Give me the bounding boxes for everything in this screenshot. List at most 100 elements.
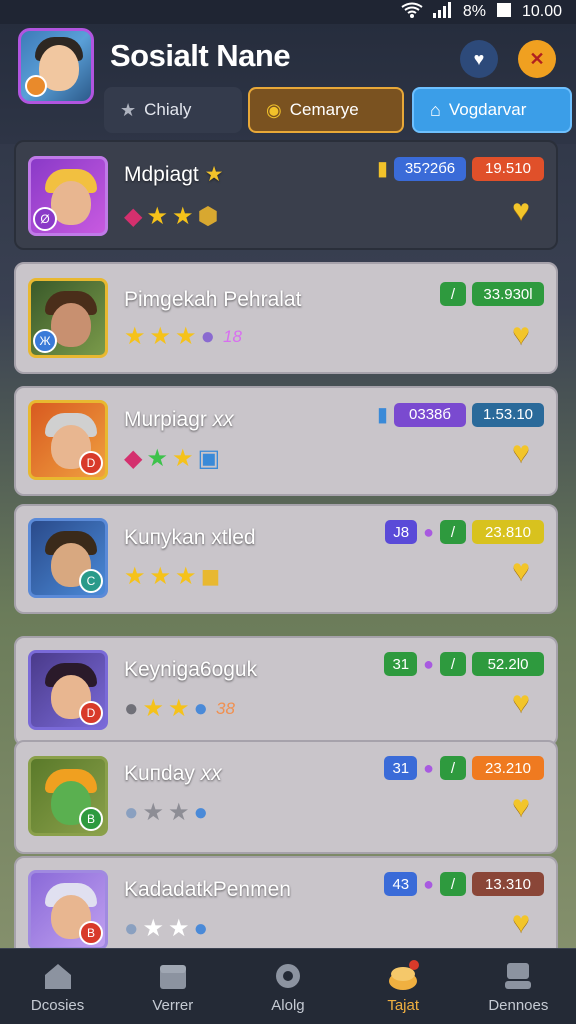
rank-badge: Ж <box>33 329 57 353</box>
star-icon: ★ <box>168 799 190 826</box>
heart-icon: ♥ <box>473 48 485 69</box>
heart-icon: ♥ <box>512 318 530 351</box>
rating: ● ★ ★ ● <box>124 914 208 943</box>
stat-value: 35?2б6 <box>394 156 466 181</box>
stat-value: 23.210 <box>472 756 544 780</box>
nav-label: Tajat <box>387 997 419 1014</box>
rating: ● ★ ★ ● 38 <box>124 694 235 723</box>
close-button[interactable]: ✕ <box>518 40 556 78</box>
nav-label: Dennoes <box>488 997 549 1014</box>
player-name-text: Murpiagr <box>124 408 207 431</box>
user-avatar[interactable] <box>18 28 94 104</box>
player-portrait: Ø <box>28 156 108 236</box>
heart-icon: ♥ <box>512 554 530 587</box>
player-name: Kuпday xx <box>124 762 222 786</box>
star-icon: ★ <box>149 563 172 590</box>
portrait-face <box>51 181 91 225</box>
list-item[interactable]: D Keyniga6oguk ● ★ ★ ● 38 31 ● / 52.2l0 … <box>14 636 558 746</box>
tab-vogdarvar[interactable]: ⌂ Vogdarvar <box>412 87 572 133</box>
signal-icon <box>432 1 453 23</box>
nav-item-alolg[interactable]: Alolg <box>238 959 338 1014</box>
portrait-face <box>51 303 91 347</box>
coin-icon: ⬢ <box>197 203 219 230</box>
star-icon: ★ <box>146 203 168 230</box>
player-name: Mdpiagt ★ <box>124 162 223 187</box>
nav-label: Alolg <box>271 997 305 1014</box>
star-icon: ★ <box>142 695 165 722</box>
profile-icon <box>505 963 532 989</box>
bottom-nav: Dcosies Verrer Alolg Tajat Dennoes <box>0 948 576 1024</box>
home-icon <box>44 964 71 989</box>
tab-bar: ★ Chialy ◉ Cemaryе ⌂ Vogdarvar <box>104 87 572 133</box>
page-title: Sosialt Nane <box>110 38 291 73</box>
star-icon: ★ <box>171 203 194 230</box>
list-item[interactable]: C Kuпykan xtled ★ ★ ★ ◼ J8 ● / 23.810 ♥ <box>14 504 558 614</box>
nav-item-tajat[interactable]: Tajat <box>353 959 453 1014</box>
player-portrait: D <box>28 400 108 480</box>
header: Sosialt Nane ♥ ✕ ★ Chialy ◉ Cemaryе ⌂ Vo… <box>0 24 576 144</box>
wifi-icon <box>401 2 423 23</box>
orb-icon: ● <box>193 914 209 942</box>
rating: ◆ ★ ★ ▣ <box>124 444 220 473</box>
like-button[interactable]: ♥ <box>502 906 540 940</box>
nav-item-home[interactable]: Dcosies <box>8 959 108 1014</box>
orb-icon: ● <box>124 694 139 722</box>
stat-value: 0338б <box>394 402 466 427</box>
rank-badge: B <box>79 921 103 945</box>
player-tag: xx <box>212 408 234 431</box>
cube-icon: ◼ <box>200 563 221 590</box>
star-icon: ★ <box>168 695 190 722</box>
star-icon: ★ <box>175 323 197 350</box>
card-icon: ▮ <box>376 404 388 426</box>
player-name-text: Kuпday <box>124 762 195 785</box>
avatar-badge <box>25 75 47 97</box>
list-item[interactable]: B Kuпday xx ● ★ ★ ● 31 ● / 23.210 ♥ <box>14 740 558 854</box>
stat-level: / <box>440 282 466 306</box>
star-icon: ★ <box>124 563 146 590</box>
star-icon: ★ <box>142 915 165 942</box>
heart-icon: ♥ <box>512 686 530 719</box>
player-tag: xx <box>200 762 222 785</box>
edit-icon: / <box>440 872 466 896</box>
like-button[interactable]: ♥ <box>502 318 540 352</box>
heart-icon: ♥ <box>512 790 530 823</box>
list-item[interactable]: Ø Mdpiagt ★ ◆ ★ ★ ⬢ ▮ 35?2б6 19.510 ♥ <box>14 140 558 250</box>
gem-icon: ● <box>423 521 434 542</box>
player-portrait: B <box>28 870 108 948</box>
rank-badge: C <box>79 569 103 593</box>
tab-chialy[interactable]: ★ Chialy <box>104 87 242 133</box>
orb-icon: ● <box>124 914 139 942</box>
tab-label: Vogdarvar <box>448 100 527 119</box>
tab-label: Cemaryе <box>289 100 359 119</box>
gem-icon: ● <box>423 757 434 778</box>
favorite-button[interactable]: ♥ <box>460 40 498 78</box>
nav-item-dennoes[interactable]: Dennoes <box>468 959 568 1014</box>
gem-icon: ◆ <box>124 203 143 230</box>
like-button[interactable]: ♥ <box>502 194 540 228</box>
rank-badge: Ø <box>33 207 57 231</box>
stat-value: 13.310 <box>472 872 544 896</box>
star-icon: ★ <box>168 915 190 942</box>
clock: 10.00 <box>521 3 562 20</box>
player-name: Murpiagr xx <box>124 408 234 432</box>
like-button[interactable]: ♥ <box>502 790 540 824</box>
chest-icon <box>159 965 186 989</box>
like-button[interactable]: ♥ <box>502 554 540 588</box>
like-button[interactable]: ♥ <box>502 436 540 470</box>
bonus-value: 18 <box>223 326 242 346</box>
shop-icon <box>389 960 420 990</box>
gear-icon <box>275 964 300 988</box>
nav-item-verrer[interactable]: Verrer <box>123 959 223 1014</box>
coin-icon: ◉ <box>266 99 282 120</box>
list-item[interactable]: D Murpiagr xx ◆ ★ ★ ▣ ▮ 0338б 1.53.10 ♥ <box>14 386 558 496</box>
player-portrait: Ж <box>28 278 108 358</box>
like-button[interactable]: ♥ <box>502 686 540 720</box>
rating: ★ ★ ★ ◼ <box>124 562 220 591</box>
star-icon: ★ <box>120 99 137 120</box>
sparkle-icon: ★ <box>204 163 224 186</box>
stat-value: 1.53.10 <box>472 402 544 427</box>
list-item[interactable]: B KadadatkPenmen ● ★ ★ ● 43 ● / 13.310 ♥ <box>14 856 558 948</box>
tab-cemarye[interactable]: ◉ Cemaryе <box>248 87 404 133</box>
stat-value: 23.810 <box>472 520 544 544</box>
list-item[interactable]: Ж Pimgekah Pehralat ★ ★ ★ ● 18 / 33.930l… <box>14 262 558 374</box>
